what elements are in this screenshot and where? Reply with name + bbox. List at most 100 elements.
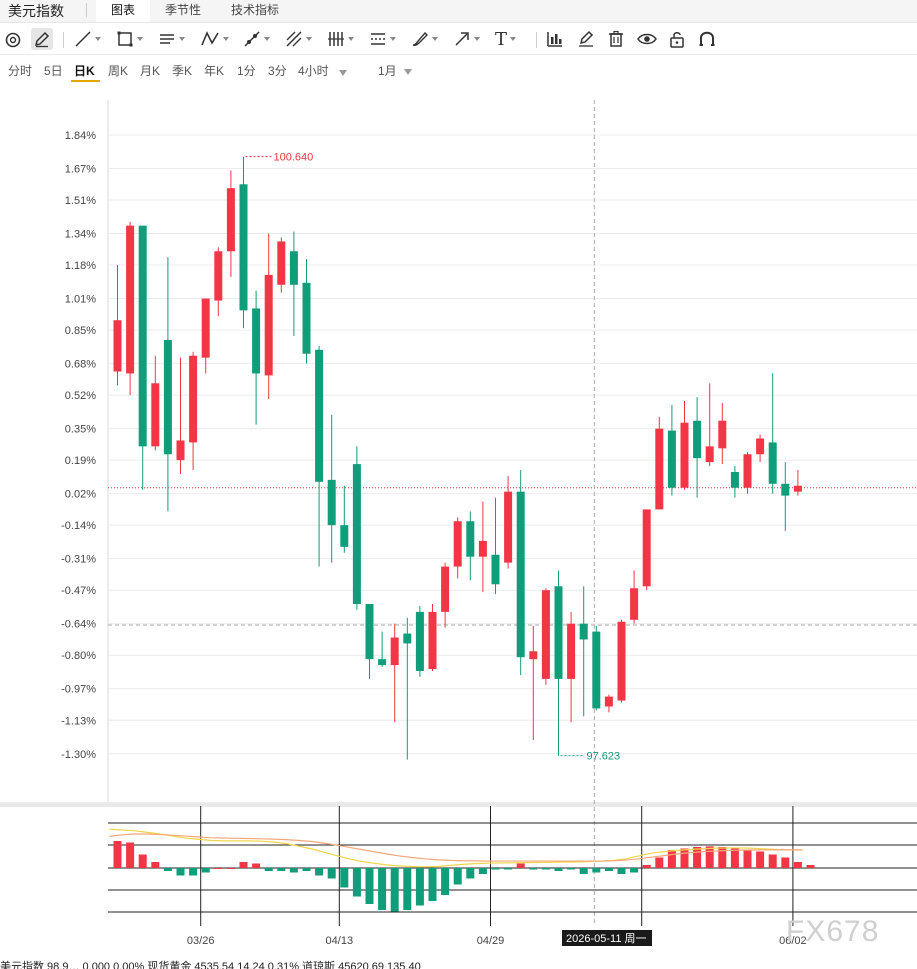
candle-body bbox=[226, 188, 235, 252]
candle-body bbox=[113, 320, 122, 372]
candle-body bbox=[289, 251, 298, 285]
macd-bar bbox=[352, 868, 361, 897]
macd-bar bbox=[239, 862, 248, 868]
high-label: 100.640 bbox=[274, 152, 314, 164]
candle-body bbox=[705, 446, 714, 463]
macd-bar bbox=[415, 868, 424, 906]
macd-bar bbox=[806, 865, 815, 868]
y-tick-label: 0.19% bbox=[65, 455, 96, 467]
candle-body bbox=[693, 420, 702, 459]
macd-bar bbox=[655, 857, 664, 868]
macd-bar bbox=[756, 851, 765, 868]
macd-bar bbox=[365, 868, 374, 904]
candle-body bbox=[352, 464, 361, 604]
macd-bar bbox=[667, 850, 676, 868]
macd-bar bbox=[214, 868, 223, 869]
candle-body bbox=[529, 651, 538, 660]
candle-body bbox=[592, 631, 601, 709]
y-tick-label: -0.47% bbox=[61, 585, 96, 597]
macd-bar bbox=[252, 863, 261, 868]
y-tick-label: 1.34% bbox=[65, 229, 96, 241]
candle-body bbox=[453, 521, 462, 567]
y-tick-label: -0.64% bbox=[61, 619, 96, 631]
macd-bar bbox=[705, 846, 714, 868]
candle-body bbox=[126, 225, 135, 374]
macd-bar bbox=[478, 868, 487, 874]
candle-body bbox=[252, 308, 261, 374]
candle-body bbox=[730, 471, 739, 488]
y-tick-label: 1.84% bbox=[65, 130, 96, 142]
candle-body bbox=[151, 383, 160, 447]
y-tick-label: 1.01% bbox=[65, 294, 96, 306]
y-tick-label: 0.52% bbox=[65, 390, 96, 402]
candle-body bbox=[365, 604, 374, 660]
candle-body bbox=[189, 355, 198, 443]
macd-bar bbox=[163, 868, 172, 871]
pane-separator bbox=[0, 802, 917, 807]
candle-body bbox=[504, 491, 513, 563]
candle-body bbox=[466, 521, 475, 557]
candle-body bbox=[554, 586, 563, 679]
candle-body bbox=[781, 483, 790, 496]
macd-bar bbox=[441, 868, 450, 895]
y-tick-label: 0.68% bbox=[65, 359, 96, 371]
candle-body bbox=[403, 633, 412, 644]
candle-body bbox=[415, 611, 424, 671]
y-tick-label: 0.85% bbox=[65, 325, 96, 337]
macd-bar bbox=[491, 868, 500, 870]
macd-bar bbox=[390, 868, 399, 912]
candle-body bbox=[793, 485, 802, 492]
y-tick-label: -1.30% bbox=[61, 749, 96, 761]
macd-bar bbox=[201, 868, 210, 873]
macd-bar bbox=[768, 854, 777, 868]
macd-bar bbox=[226, 868, 235, 869]
low-label: 97.623 bbox=[587, 751, 621, 763]
candle-body bbox=[390, 637, 399, 666]
price-chart[interactable]: 1.84% 1.67% 1.51% 1.34% 1.18% 1.01% 0.85% 0.68%… bbox=[0, 0, 917, 969]
candle-body bbox=[541, 590, 550, 679]
macd-bar bbox=[453, 868, 462, 885]
candle-body bbox=[756, 438, 765, 455]
y-tick-label: 1.51% bbox=[65, 195, 96, 207]
candle-body bbox=[768, 442, 777, 484]
candle-body bbox=[378, 659, 387, 666]
watermark: FX678 bbox=[786, 915, 880, 948]
macd-bar bbox=[516, 863, 525, 868]
candle-body bbox=[604, 696, 613, 707]
macd-bar bbox=[315, 868, 324, 876]
ticker-footer: 美元指数 98.9… 0.000 0.00% 现货黄金 4535.54 14.2… bbox=[0, 961, 421, 969]
macd-bar bbox=[378, 868, 387, 910]
macd-bar bbox=[642, 865, 651, 868]
y-tick-label: 1.18% bbox=[65, 260, 96, 272]
candle-body bbox=[302, 282, 311, 354]
candle-body bbox=[163, 339, 172, 455]
candle-body bbox=[617, 621, 626, 701]
macd-bar bbox=[340, 868, 349, 888]
candle-body bbox=[567, 623, 576, 679]
candle-body bbox=[441, 566, 450, 612]
macd-bar bbox=[567, 868, 576, 870]
candle-body bbox=[579, 623, 588, 640]
y-tick-label: -0.80% bbox=[61, 650, 96, 662]
candle-body bbox=[277, 241, 286, 285]
x-tick-label: 04/29 bbox=[477, 935, 505, 947]
macd-bar bbox=[592, 868, 601, 873]
y-tick-label: -0.31% bbox=[61, 554, 96, 566]
macd-bar bbox=[730, 848, 739, 868]
candle-body bbox=[680, 422, 689, 488]
y-tick-label: 0.35% bbox=[65, 424, 96, 436]
macd-bar bbox=[403, 868, 412, 910]
y-tick-label: 1.67% bbox=[65, 164, 96, 176]
candle-body bbox=[239, 184, 248, 311]
macd-bar bbox=[302, 868, 311, 871]
macd-bar bbox=[680, 848, 689, 868]
macd-bar bbox=[151, 862, 160, 868]
candle-body bbox=[478, 540, 487, 557]
x-tick-label: 03/26 bbox=[187, 935, 215, 947]
macd-bar bbox=[126, 842, 135, 868]
candle-body bbox=[428, 611, 437, 670]
macd-bar bbox=[504, 868, 513, 870]
macd-bar bbox=[466, 868, 475, 879]
candle-body bbox=[315, 349, 324, 482]
macd-bar bbox=[138, 854, 147, 868]
